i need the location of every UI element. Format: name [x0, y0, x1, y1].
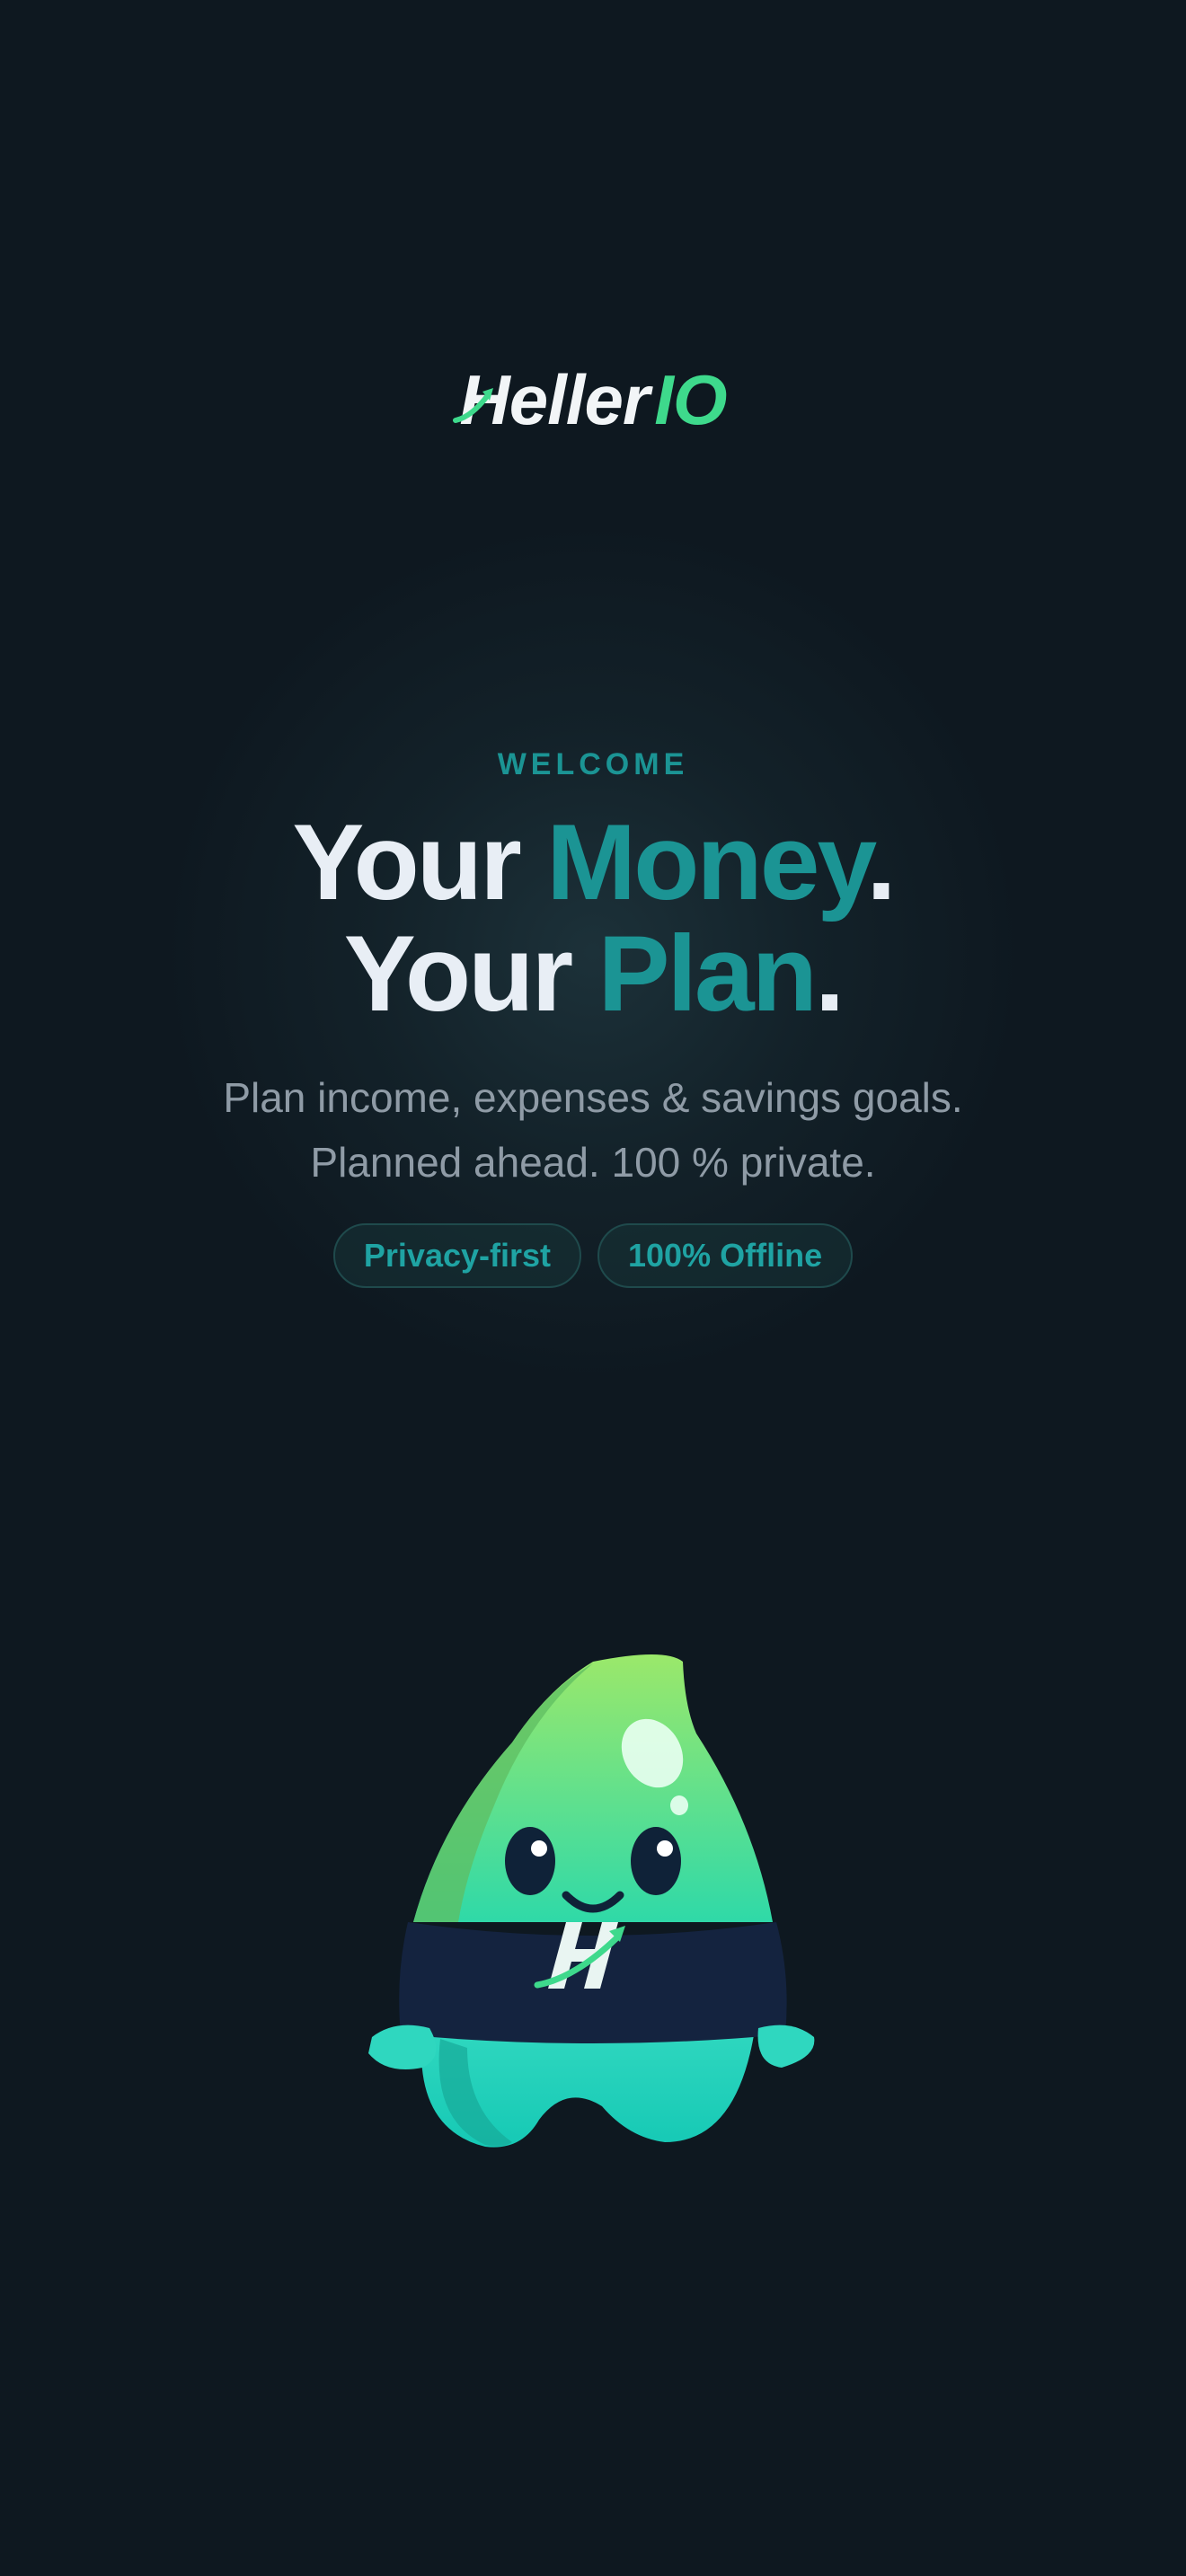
- headline-your: Your: [292, 802, 521, 922]
- headline-plan: Plan: [597, 913, 818, 1034]
- headline-dot: .: [866, 802, 896, 922]
- headline-line-2: Your Plan.: [0, 918, 1186, 1029]
- mascot-illustration: [368, 1654, 815, 2148]
- app-logo: Heller IO: [0, 359, 1186, 440]
- headline-line-1: Your Money.: [0, 807, 1186, 918]
- feature-chips: Privacy-first 100% Offline: [0, 1223, 1186, 1288]
- chip-privacy-first: Privacy-first: [332, 1223, 582, 1288]
- growth-arrow-icon: [453, 388, 494, 423]
- headline-dot: .: [814, 913, 845, 1034]
- page-title: Your Money. Your Plan.: [0, 807, 1186, 1029]
- chip-offline: 100% Offline: [597, 1223, 854, 1288]
- subtitle: Plan income, expenses & savings goals. P…: [0, 1065, 1186, 1195]
- welcome-eyebrow: WELCOME: [497, 747, 689, 781]
- logo-wordmark-io: IO: [654, 360, 727, 439]
- subtitle-line-2: Planned ahead. 100 % private.: [310, 1139, 876, 1186]
- headline-money: Money: [546, 802, 869, 922]
- headline-your: Your: [343, 913, 573, 1034]
- subtitle-line-1: Plan income, expenses & savings goals.: [223, 1074, 963, 1121]
